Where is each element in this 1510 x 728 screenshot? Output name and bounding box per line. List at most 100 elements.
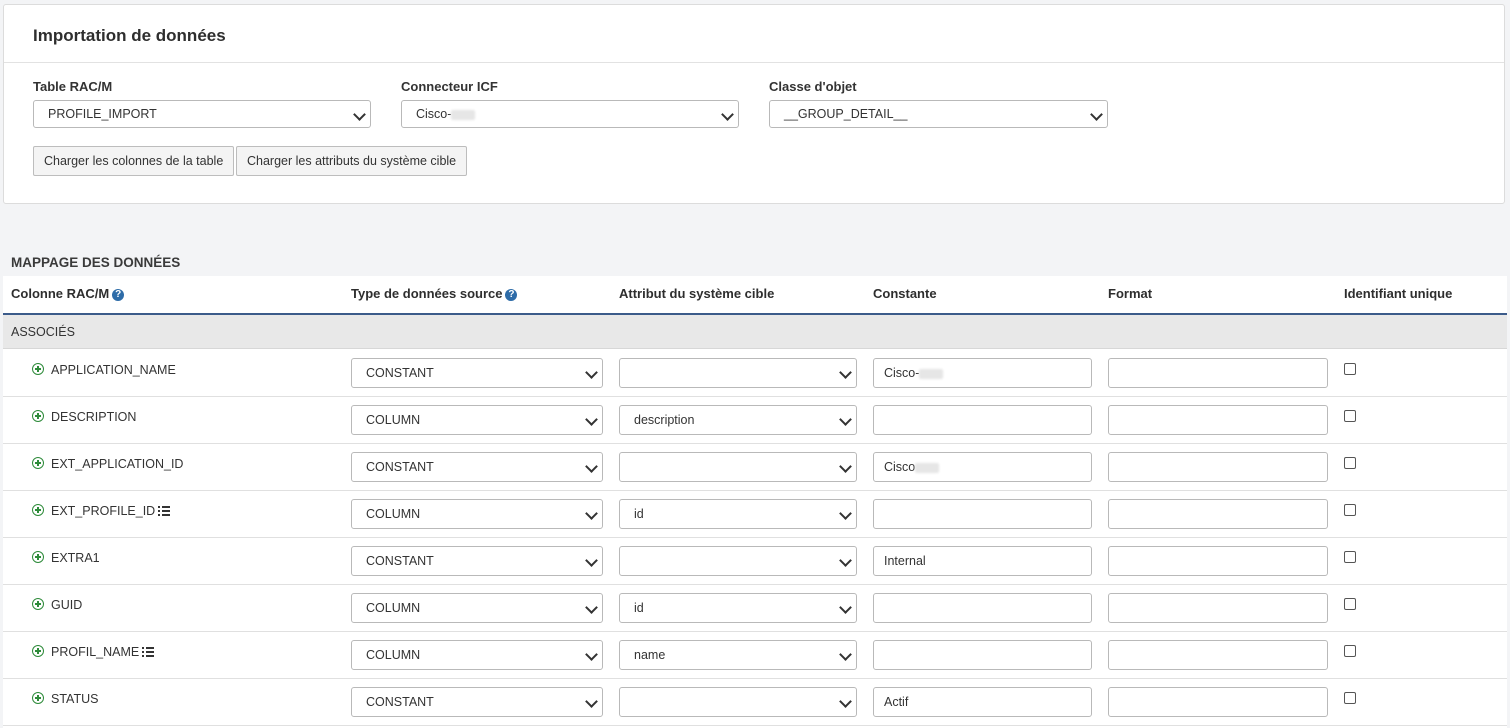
target-attribute-select[interactable]: id <box>619 593 857 623</box>
help-icon[interactable]: ? <box>505 289 518 301</box>
column-name-label: PROFIL_NAME <box>51 645 140 659</box>
constant-input[interactable] <box>873 499 1092 529</box>
format-input[interactable] <box>1108 499 1328 529</box>
format-input[interactable] <box>1108 640 1328 670</box>
target-attribute-select[interactable] <box>619 546 857 576</box>
constant-input[interactable]: Cisco <box>873 452 1092 482</box>
source-type-value: COLUMN <box>366 648 421 662</box>
import-panel: Importation de données Table RAC/M PROFI… <box>3 4 1505 204</box>
format-input[interactable] <box>1108 593 1328 623</box>
add-circle-icon[interactable] <box>32 645 44 657</box>
target-attribute-select[interactable] <box>619 358 857 388</box>
constant-input[interactable]: Cisco- <box>873 358 1092 388</box>
column-name: EXT_PROFILE_ID <box>51 504 171 518</box>
mapping-table: Colonne RAC/M? Type de données source? A… <box>3 276 1507 728</box>
chevron-down-icon <box>839 413 852 426</box>
add-circle-icon[interactable] <box>32 692 44 704</box>
table-select[interactable]: PROFILE_IMPORT <box>33 100 371 128</box>
format-input[interactable] <box>1108 452 1328 482</box>
table-header: Colonne RAC/M? Type de données source? A… <box>3 276 1507 315</box>
column-name: APPLICATION_NAME <box>51 363 176 377</box>
target-attribute-select[interactable] <box>619 687 857 717</box>
chevron-down-icon <box>585 366 598 379</box>
unique-identifier-checkbox[interactable] <box>1344 363 1356 375</box>
source-type-select[interactable]: COLUMN <box>351 640 603 670</box>
column-name: EXT_APPLICATION_ID <box>51 457 183 471</box>
source-type-select[interactable]: COLUMN <box>351 593 603 623</box>
add-circle-icon[interactable] <box>32 504 44 516</box>
column-name-label: APPLICATION_NAME <box>51 363 176 377</box>
column-name-label: DESCRIPTION <box>51 410 137 424</box>
target-attribute-select[interactable] <box>619 452 857 482</box>
add-circle-icon[interactable] <box>32 551 44 563</box>
source-type-select[interactable]: CONSTANT <box>351 452 603 482</box>
table-row: DESCRIPTION COLUMN description <box>3 396 1507 444</box>
table-label: Table RAC/M <box>33 79 113 94</box>
redacted-text <box>915 462 940 473</box>
format-input[interactable] <box>1108 358 1328 388</box>
constant-input[interactable] <box>873 593 1092 623</box>
object-class-select[interactable]: __GROUP_DETAIL__ <box>769 100 1108 128</box>
header-constant: Constante <box>873 286 937 301</box>
header-column-label: Colonne RAC/M <box>11 286 110 301</box>
constant-input[interactable]: Actif <box>873 687 1092 717</box>
add-circle-icon[interactable] <box>32 598 44 610</box>
chevron-down-icon <box>585 554 598 567</box>
column-name: GUID <box>51 598 82 612</box>
column-name-label: STATUS <box>51 692 99 706</box>
object-class-select-value: __GROUP_DETAIL__ <box>784 107 908 121</box>
target-attribute-select[interactable]: description <box>619 405 857 435</box>
add-circle-icon[interactable] <box>32 410 44 422</box>
connector-select[interactable]: Cisco- <box>401 100 739 128</box>
mapping-section-title: MAPPAGE DES DONNÉES <box>11 255 181 270</box>
header-target-attr: Attribut du système cible <box>619 286 775 301</box>
unique-identifier-checkbox[interactable] <box>1344 645 1356 657</box>
table-row: GUID COLUMN id <box>3 584 1507 632</box>
unique-identifier-checkbox[interactable] <box>1344 551 1356 563</box>
source-type-select[interactable]: CONSTANT <box>351 358 603 388</box>
object-class-label: Classe d'objet <box>769 79 857 94</box>
unique-identifier-checkbox[interactable] <box>1344 598 1356 610</box>
source-type-select[interactable]: COLUMN <box>351 499 603 529</box>
column-name-label: EXT_APPLICATION_ID <box>51 457 184 471</box>
constant-input[interactable] <box>873 640 1092 670</box>
column-name: EXTRA1 <box>51 551 100 565</box>
load-target-attributes-button[interactable]: Charger les attributs du système cible <box>236 146 468 176</box>
source-type-select[interactable]: CONSTANT <box>351 546 603 576</box>
list-icon <box>142 647 155 657</box>
format-input[interactable] <box>1108 687 1328 717</box>
column-name: STATUS <box>51 692 98 706</box>
source-type-value: CONSTANT <box>366 366 434 380</box>
unique-identifier-checkbox[interactable] <box>1344 692 1356 704</box>
column-name: PROFIL_NAME <box>51 645 155 659</box>
header-format: Format <box>1108 286 1153 301</box>
unique-identifier-checkbox[interactable] <box>1344 504 1356 516</box>
constant-input[interactable] <box>873 405 1092 435</box>
format-input[interactable] <box>1108 546 1328 576</box>
help-icon[interactable]: ? <box>112 289 125 301</box>
header-source-type-label: Type de données source <box>351 286 503 301</box>
target-attribute-select[interactable]: name <box>619 640 857 670</box>
chevron-down-icon <box>585 507 598 520</box>
source-type-value: COLUMN <box>366 601 421 615</box>
constant-value: Actif <box>884 695 909 709</box>
source-type-select[interactable]: CONSTANT <box>351 687 603 717</box>
add-circle-icon[interactable] <box>32 363 44 375</box>
table-row: PROFIL_NAME COLUMN name <box>3 631 1507 679</box>
target-attribute-select[interactable]: id <box>619 499 857 529</box>
chevron-down-icon <box>585 601 598 614</box>
unique-identifier-checkbox[interactable] <box>1344 410 1356 422</box>
unique-identifier-checkbox[interactable] <box>1344 457 1356 469</box>
table-row: EXT_APPLICATION_ID CONSTANT Cisco <box>3 443 1507 491</box>
add-circle-icon[interactable] <box>32 457 44 469</box>
constant-input[interactable]: Internal <box>873 546 1092 576</box>
chevron-down-icon <box>585 460 598 473</box>
list-icon <box>158 506 171 516</box>
source-type-select[interactable]: COLUMN <box>351 405 603 435</box>
load-table-columns-button[interactable]: Charger les colonnes de la table <box>33 146 235 176</box>
chevron-down-icon <box>839 460 852 473</box>
chevron-down-icon <box>839 507 852 520</box>
header-source-type: Type de données source? <box>351 286 518 301</box>
format-input[interactable] <box>1108 405 1328 435</box>
target-attribute-value: id <box>634 507 644 521</box>
